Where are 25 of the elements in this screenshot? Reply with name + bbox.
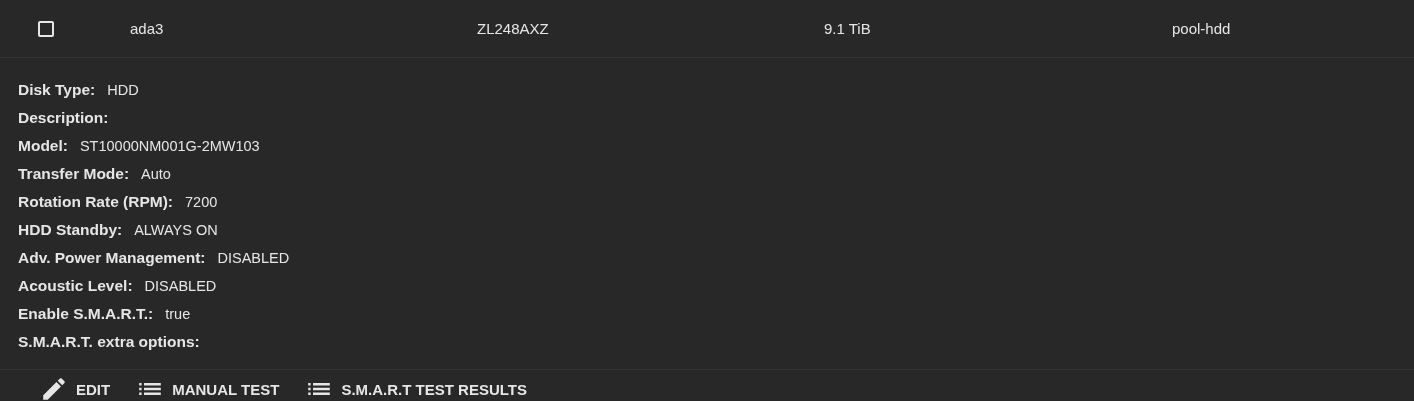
field-label: Adv. Power Management: [18,249,206,267]
field-value: DISABLED [217,250,290,266]
field-label: Disk Type: [18,81,96,99]
edit-button[interactable]: EDIT [30,374,123,401]
field-value: HDD [107,82,139,98]
field-value: DISABLED [144,278,217,294]
field-label: Acoustic Level: [18,277,133,295]
field-label: Model: [18,137,68,155]
test-button[interactable]: S.M.A.R.T TEST RESULTS [295,374,539,401]
field-label: Transfer Mode: [18,165,130,183]
field-label: Rotation Rate (RPM): [18,193,173,211]
table-cell-text: ZL248AXZ [477,20,550,37]
field-label: S.M.A.R.T. extra options: [18,333,200,351]
field-value: 7200 [185,194,218,210]
field-label: Enable S.M.A.R.T.: [18,305,154,323]
table-cell-text: pool-hdd [1172,20,1232,37]
test-button[interactable]: MANUAL TEST [126,374,292,401]
field-label: Description: [18,109,109,127]
field-value: ALWAYS ON [134,222,218,238]
table-cell-text: 9.1 TiB [824,20,872,37]
table-cell-text: ada3 [130,20,165,37]
field-label: HDD Standby: [18,221,123,239]
field-value: Auto [141,166,171,182]
field-value: true [165,306,191,322]
field-value: ST10000NM001G-2MW103 [79,138,260,154]
